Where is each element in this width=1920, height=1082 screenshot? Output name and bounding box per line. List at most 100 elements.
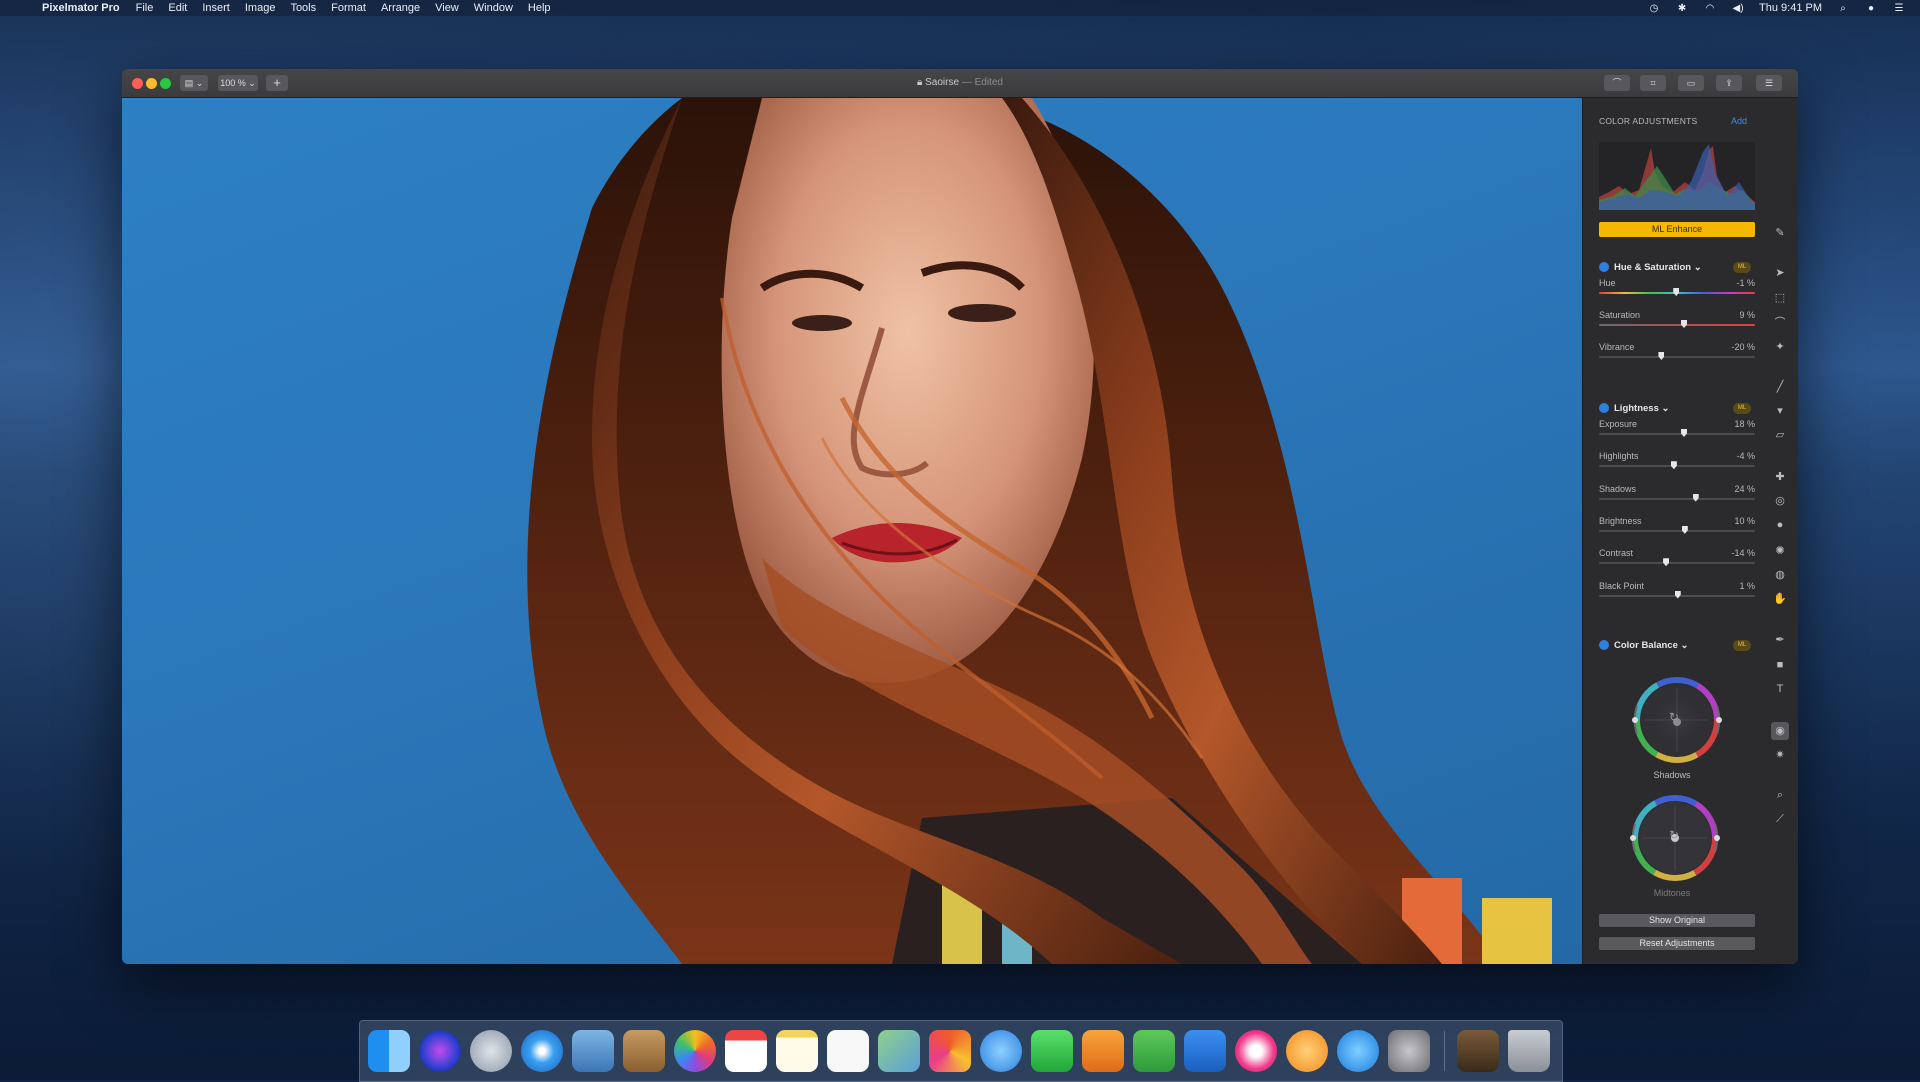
paint-tool-icon[interactable]: ╱ xyxy=(1773,380,1787,394)
arrange-tool-icon[interactable]: ➤ xyxy=(1773,266,1787,280)
shadows-slider-knob[interactable] xyxy=(1692,493,1699,502)
contrast-slider-knob[interactable] xyxy=(1663,558,1670,567)
reset-shadows-wheel-icon[interactable]: ↻ xyxy=(1669,710,1679,724)
highlights-slider[interactable] xyxy=(1599,465,1755,468)
image-canvas[interactable] xyxy=(122,98,1582,964)
shadows-value[interactable]: 24 % xyxy=(1703,484,1755,494)
menu-arrange[interactable]: Arrange xyxy=(381,2,420,14)
brightness-slider-knob[interactable] xyxy=(1681,525,1688,534)
highlights-value[interactable]: -4 % xyxy=(1703,451,1755,461)
contrast-value[interactable]: -14 % xyxy=(1703,548,1755,558)
maps-dock-icon[interactable] xyxy=(878,1030,920,1072)
lasso-tool-icon[interactable]: ⌒ xyxy=(1773,316,1787,330)
menu-help[interactable]: Help xyxy=(528,2,551,14)
erase-tool-icon[interactable]: ▱ xyxy=(1773,428,1787,442)
type-tool-icon[interactable]: T xyxy=(1773,682,1787,696)
saturation-slider-knob[interactable] xyxy=(1681,320,1688,328)
crop-tool-button[interactable]: ⌗ xyxy=(1640,75,1666,91)
brightness-value[interactable]: 10 % xyxy=(1703,516,1755,526)
color-adjustments-tool-icon[interactable]: ◉ xyxy=(1771,722,1789,740)
eyedropper-tool-icon[interactable]: ⟋ xyxy=(1773,812,1787,826)
effects-tool-icon[interactable]: ✷ xyxy=(1773,748,1787,762)
hue-saturation-toggle[interactable] xyxy=(1599,262,1609,272)
saturation-value[interactable]: 9 % xyxy=(1703,310,1755,320)
numbers-dock-icon[interactable] xyxy=(1133,1030,1175,1072)
lighten-tool-icon[interactable]: ✺ xyxy=(1773,544,1787,558)
volume-icon[interactable]: ◀) xyxy=(1731,3,1745,14)
black-point-slider-knob[interactable] xyxy=(1674,590,1681,599)
wifi-icon[interactable]: ◠ xyxy=(1703,3,1717,14)
siri-icon[interactable]: ● xyxy=(1864,3,1878,14)
shape-tool-icon[interactable]: ■ xyxy=(1773,658,1787,672)
safari-dock-icon[interactable] xyxy=(521,1030,563,1072)
share-button[interactable]: ⇪ xyxy=(1716,75,1742,91)
color-balance-title[interactable]: Color Balance ⌄ xyxy=(1614,640,1688,651)
time-machine-icon[interactable]: ◷ xyxy=(1647,3,1661,14)
pixelmator-pro-dock-icon[interactable] xyxy=(929,1030,971,1072)
app-store-dock-icon[interactable] xyxy=(1337,1030,1379,1072)
itunes-dock-icon[interactable] xyxy=(1235,1030,1277,1072)
contacts-dock-icon[interactable] xyxy=(623,1030,665,1072)
selection-tool-icon[interactable]: ⬚ xyxy=(1773,291,1787,305)
calendar-dock-icon[interactable] xyxy=(725,1030,767,1072)
pen-tool-icon[interactable]: ✒ xyxy=(1773,633,1787,647)
reset-midtones-wheel-icon[interactable]: ↻ xyxy=(1669,828,1679,842)
brightness-slider[interactable] xyxy=(1599,529,1755,532)
menu-format[interactable]: Format xyxy=(331,2,366,14)
facetime-dock-icon[interactable] xyxy=(1031,1030,1073,1072)
menubar-clock[interactable]: Thu 9:41 PM xyxy=(1759,2,1822,14)
siri-dock-icon[interactable] xyxy=(419,1030,461,1072)
black-point-value[interactable]: 1 % xyxy=(1703,581,1755,591)
show-original-button[interactable]: Show Original xyxy=(1599,914,1755,927)
quick-selection-tool-icon[interactable]: ✦ xyxy=(1773,340,1787,354)
bluetooth-icon[interactable]: ✱ xyxy=(1675,3,1689,14)
downloads-stack-dock-icon[interactable] xyxy=(1457,1030,1499,1072)
notification-center-icon[interactable]: ☰ xyxy=(1892,3,1906,14)
trash-dock-icon[interactable] xyxy=(1508,1030,1550,1072)
spotlight-search-icon[interactable]: ⌕ xyxy=(1836,3,1850,14)
hue-saturation-ml-badge[interactable]: ML xyxy=(1733,262,1751,273)
menu-file[interactable]: File xyxy=(136,2,154,14)
reminders-dock-icon[interactable] xyxy=(827,1030,869,1072)
style-tool-button[interactable]: ⌒ xyxy=(1604,75,1630,91)
adjust-colors-tool-icon[interactable]: ✎ xyxy=(1773,226,1787,240)
hue-saturation-title[interactable]: Hue & Saturation ⌄ xyxy=(1614,262,1702,273)
sponge-tool-icon[interactable]: ◍ xyxy=(1773,568,1787,582)
arrange-button[interactable]: ▭ xyxy=(1678,75,1704,91)
menu-tools[interactable]: Tools xyxy=(290,2,316,14)
hue-slider-knob[interactable] xyxy=(1673,288,1680,296)
sidebar-toggle-button[interactable]: ☰ xyxy=(1756,75,1782,91)
lightness-ml-badge[interactable]: ML xyxy=(1733,403,1751,414)
color-balance-toggle[interactable] xyxy=(1599,640,1609,650)
lightness-title[interactable]: Lightness ⌄ xyxy=(1614,403,1669,414)
exposure-value[interactable]: 18 % xyxy=(1703,419,1755,429)
clone-tool-icon[interactable]: ◎ xyxy=(1773,494,1787,508)
hue-value[interactable]: -1 % xyxy=(1703,278,1755,288)
menu-edit[interactable]: Edit xyxy=(168,2,187,14)
reset-adjustments-button[interactable]: Reset Adjustments xyxy=(1599,937,1755,950)
system-preferences-dock-icon[interactable] xyxy=(1388,1030,1430,1072)
finder-dock-icon[interactable] xyxy=(368,1030,410,1072)
highlights-slider-knob[interactable] xyxy=(1670,461,1677,470)
notes-dock-icon[interactable] xyxy=(776,1030,818,1072)
distort-tool-icon[interactable]: ● xyxy=(1773,518,1787,532)
fill-tool-icon[interactable]: ▾ xyxy=(1773,404,1787,418)
smudge-tool-icon[interactable]: ✋ xyxy=(1773,592,1787,606)
color-balance-ml-badge[interactable]: ML xyxy=(1733,640,1751,651)
menu-insert[interactable]: Insert xyxy=(202,2,230,14)
menu-image[interactable]: Image xyxy=(245,2,276,14)
launchpad-dock-icon[interactable] xyxy=(470,1030,512,1072)
photos-dock-icon[interactable] xyxy=(674,1030,716,1072)
ml-enhance-button[interactable]: ML Enhance xyxy=(1599,222,1755,237)
saturation-slider[interactable] xyxy=(1599,324,1755,326)
menu-view[interactable]: View xyxy=(435,2,459,14)
menu-window[interactable]: Window xyxy=(474,2,513,14)
vibrance-value[interactable]: -20 % xyxy=(1703,342,1755,352)
pages-dock-icon[interactable] xyxy=(1082,1030,1124,1072)
exposure-slider[interactable] xyxy=(1599,433,1755,435)
menu-app-name[interactable]: Pixelmator Pro xyxy=(42,2,120,14)
shadows-slider[interactable] xyxy=(1599,497,1755,500)
exposure-slider-knob[interactable] xyxy=(1681,429,1688,437)
add-adjustment-link[interactable]: Add xyxy=(1731,116,1747,126)
messages-dock-icon[interactable] xyxy=(980,1030,1022,1072)
